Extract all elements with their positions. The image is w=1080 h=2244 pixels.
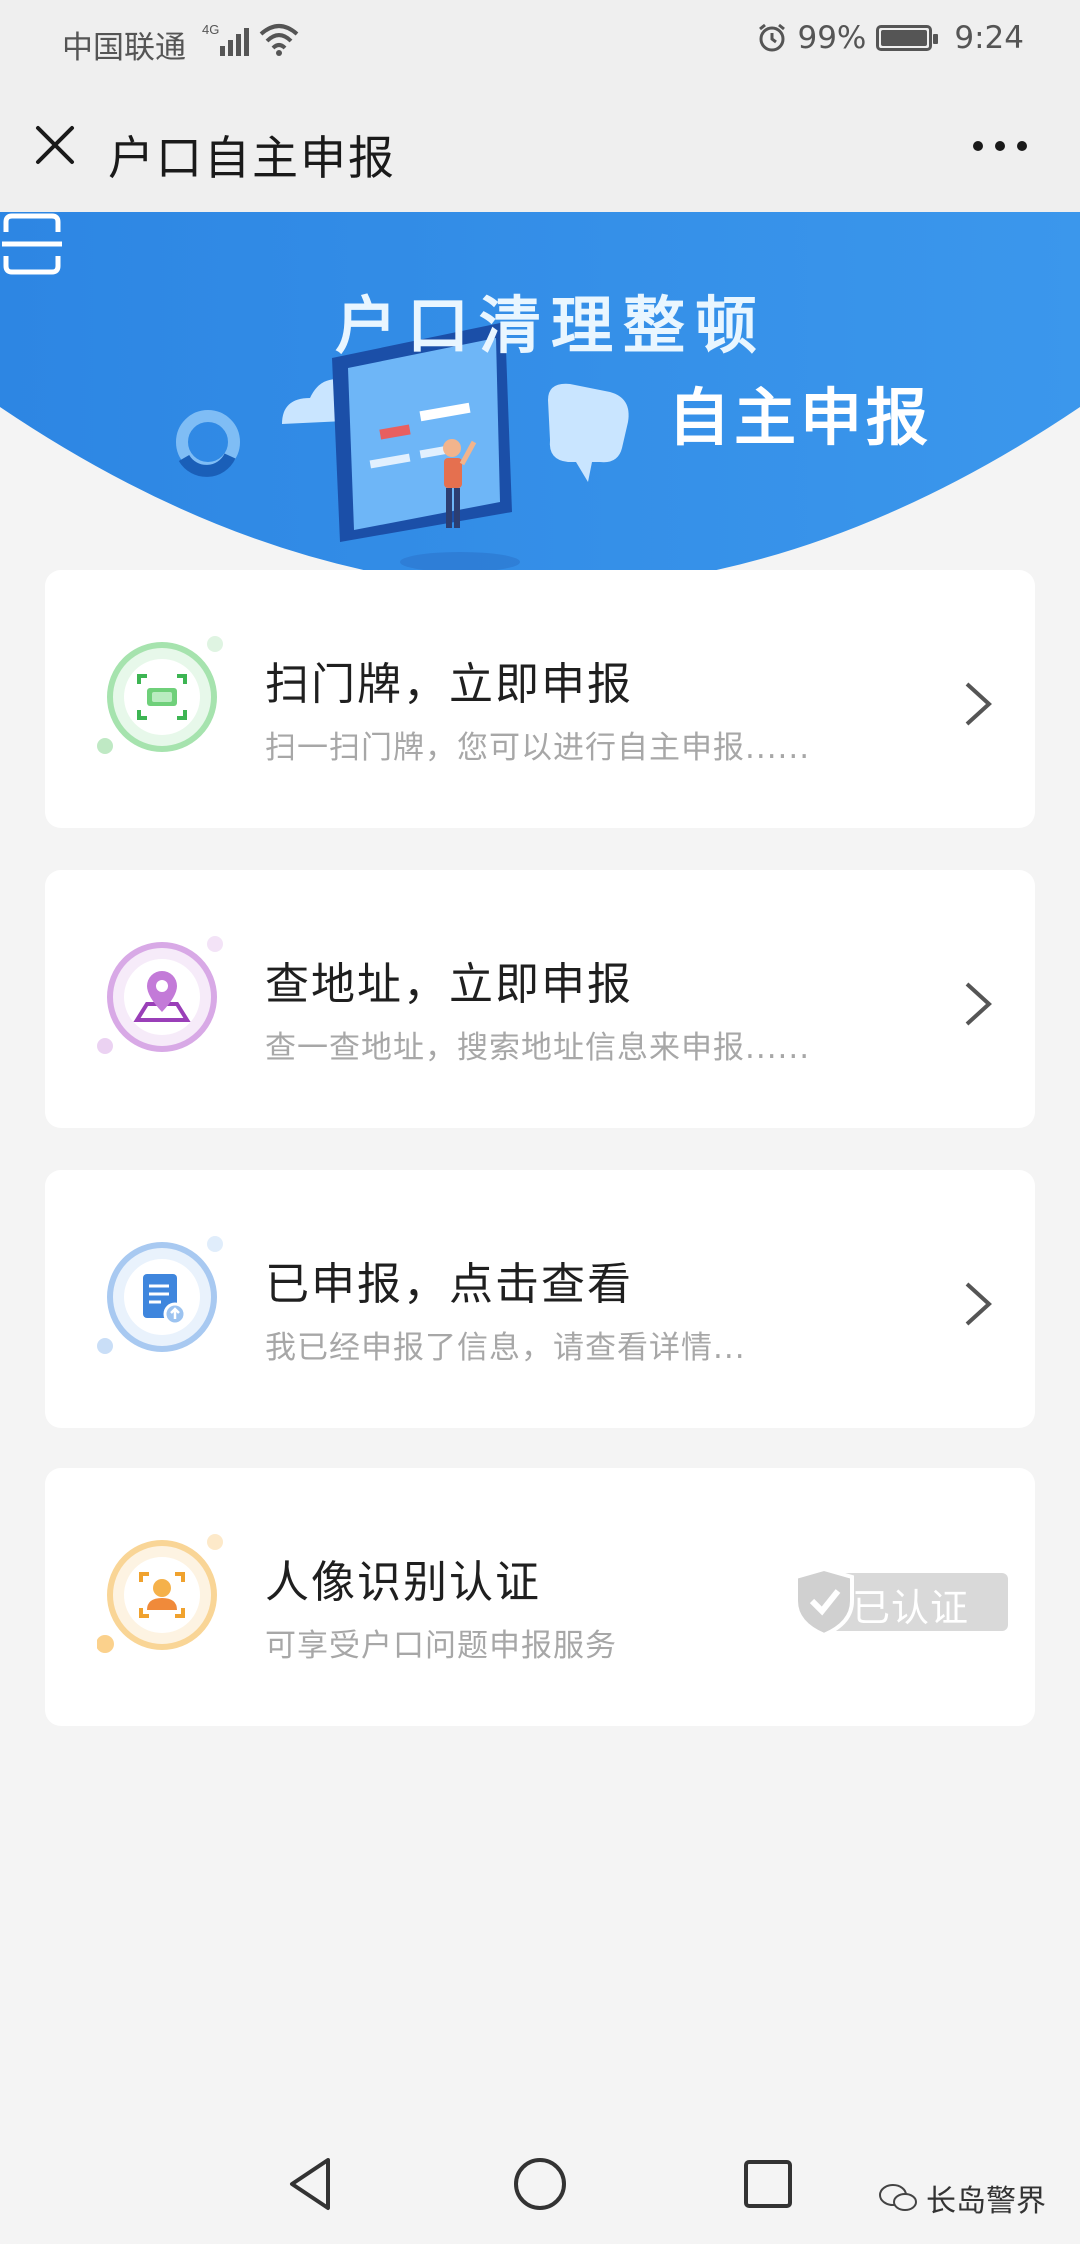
face-recognition-icon — [97, 1534, 223, 1653]
card-face-recognition[interactable]: 人像识别认证 可享受户口问题申报服务 已认证 — [45, 1468, 1035, 1726]
network-label: 4G — [202, 22, 219, 37]
battery-percent: 99% — [797, 20, 867, 56]
verified-badge: 已认证 — [790, 1565, 1010, 1638]
clock: 9:24 — [954, 20, 1024, 56]
card-title: 已申报，点击查看 — [265, 1259, 633, 1310]
card-title: 扫门牌，立即申报 — [265, 659, 633, 710]
map-location-icon — [97, 936, 223, 1054]
card-search-address[interactable]: 查地址，立即申报 查一查地址，搜索地址信息来申报...... — [45, 870, 1035, 1128]
status-bar: 中国联通 4G 99% 9:24 — [0, 0, 1080, 82]
card-title: 人像识别认证 — [265, 1557, 541, 1608]
card-view-submitted[interactable]: 已申报，点击查看 我已经申报了信息，请查看详情... — [45, 1170, 1035, 1428]
card-subtitle: 查一查地址，搜索地址信息来申报...... — [265, 1030, 811, 1066]
chevron-right-icon — [965, 1282, 992, 1326]
watermark-text: 长岛警界 — [926, 2184, 1046, 2219]
chevron-right-icon — [965, 682, 992, 726]
battery-icon — [876, 25, 939, 51]
card-subtitle: 扫一扫门牌，您可以进行自主申报...... — [265, 730, 811, 766]
verified-badge-label: 已认证 — [852, 1586, 970, 1630]
back-icon[interactable] — [280, 2152, 344, 2216]
recents-icon[interactable] — [736, 2152, 800, 2216]
document-upload-icon — [97, 1236, 223, 1354]
chevron-right-icon — [965, 982, 992, 1026]
banner-title-line2: 自主申报 — [668, 381, 933, 454]
banner: 户口清理整顿 自主申报 — [0, 212, 1080, 570]
page-title: 户口自主申报 — [108, 131, 396, 185]
alarm-icon — [759, 23, 786, 52]
wechat-icon — [879, 2184, 917, 2211]
card-subtitle: 可享受户口问题申报服务 — [265, 1628, 617, 1664]
wifi-icon — [259, 24, 299, 56]
more-icon[interactable] — [970, 134, 1030, 158]
battery-fill — [881, 30, 927, 46]
close-icon[interactable] — [30, 120, 80, 170]
watermark: 长岛警界 — [878, 2176, 1046, 2220]
card-subtitle: 我已经申报了信息，请查看详情... — [265, 1330, 746, 1366]
scan-doorplate-icon — [97, 636, 223, 754]
scan-icon[interactable] — [0, 212, 64, 276]
banner-title-line1: 户口清理整顿 — [335, 289, 768, 362]
carrier-label: 中国联通 — [62, 30, 186, 66]
home-icon[interactable] — [508, 2152, 572, 2216]
app-bar: 户口自主申报 — [0, 82, 1080, 212]
card-scan-doorplate[interactable]: 扫门牌，立即申报 扫一扫门牌，您可以进行自主申报...... — [45, 570, 1035, 828]
card-title: 查地址，立即申报 — [265, 959, 633, 1010]
